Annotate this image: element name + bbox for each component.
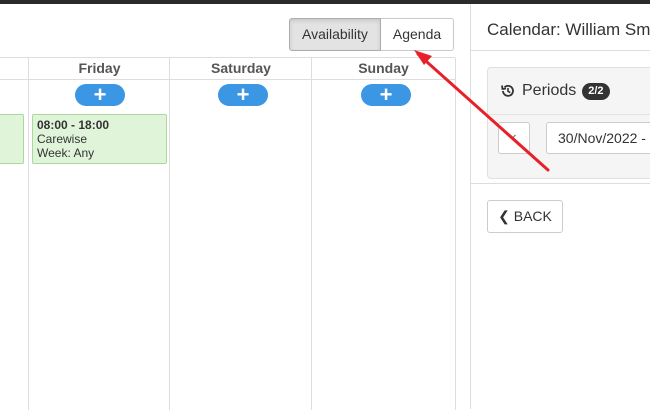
chevron-left-icon: ‹ [511,129,517,146]
availability-button[interactable]: Availability [289,18,381,51]
view-toggle: Availability Agenda [289,18,455,51]
day-header-saturday: Saturday [170,58,312,80]
back-button[interactable]: ❮ BACK [487,200,563,233]
day-header-friday: Friday [29,58,170,80]
day-header-sunday: Sunday [312,58,455,80]
event-card[interactable]: 08:00 - 18:00 Carewise Week: Any [32,114,167,164]
previous-period-button[interactable]: ‹ [498,122,530,154]
periods-header: Periods 2/2 [500,82,610,100]
periods-count-badge: 2/2 [582,82,610,100]
divider [488,114,650,115]
periods-label: Periods [522,82,577,99]
calendar-panel: Calendar: William Sm Periods 2/2 ‹ 30/No… [470,4,650,409]
divider [471,50,650,51]
plus-icon: + [236,82,250,107]
event-time: 08:00 - 18:00 [37,118,110,132]
back-label: BACK [513,208,552,224]
day-header-partial [0,58,28,80]
plus-icon: + [93,82,107,107]
period-date-field[interactable]: 30/Nov/2022 - [546,122,650,154]
event-week: Week: Any [37,146,95,160]
agenda-button[interactable]: Agenda [380,18,455,51]
day-column-friday: Friday + 08:00 - 18:00 Carewise Week: An… [28,58,170,410]
event-title: Carewise [37,132,88,146]
calendar-grid: Friday + 08:00 - 18:00 Carewise Week: An… [0,57,456,410]
divider [471,183,650,184]
day-column-saturday: Saturday + [169,58,312,410]
periods-box: Periods 2/2 ‹ 30/Nov/2022 - [487,67,650,179]
plus-icon: + [379,82,393,107]
day-column-partial [0,58,28,410]
event-partial[interactable] [0,114,24,164]
add-event-button-friday[interactable]: + [75,84,125,106]
day-column-sunday: Sunday + [311,58,456,410]
add-event-button-saturday[interactable]: + [218,84,268,106]
panel-title: Calendar: William Sm [487,20,650,39]
history-icon [501,84,514,97]
add-event-button-sunday[interactable]: + [361,84,411,106]
chevron-left-icon: ❮ [498,208,510,224]
